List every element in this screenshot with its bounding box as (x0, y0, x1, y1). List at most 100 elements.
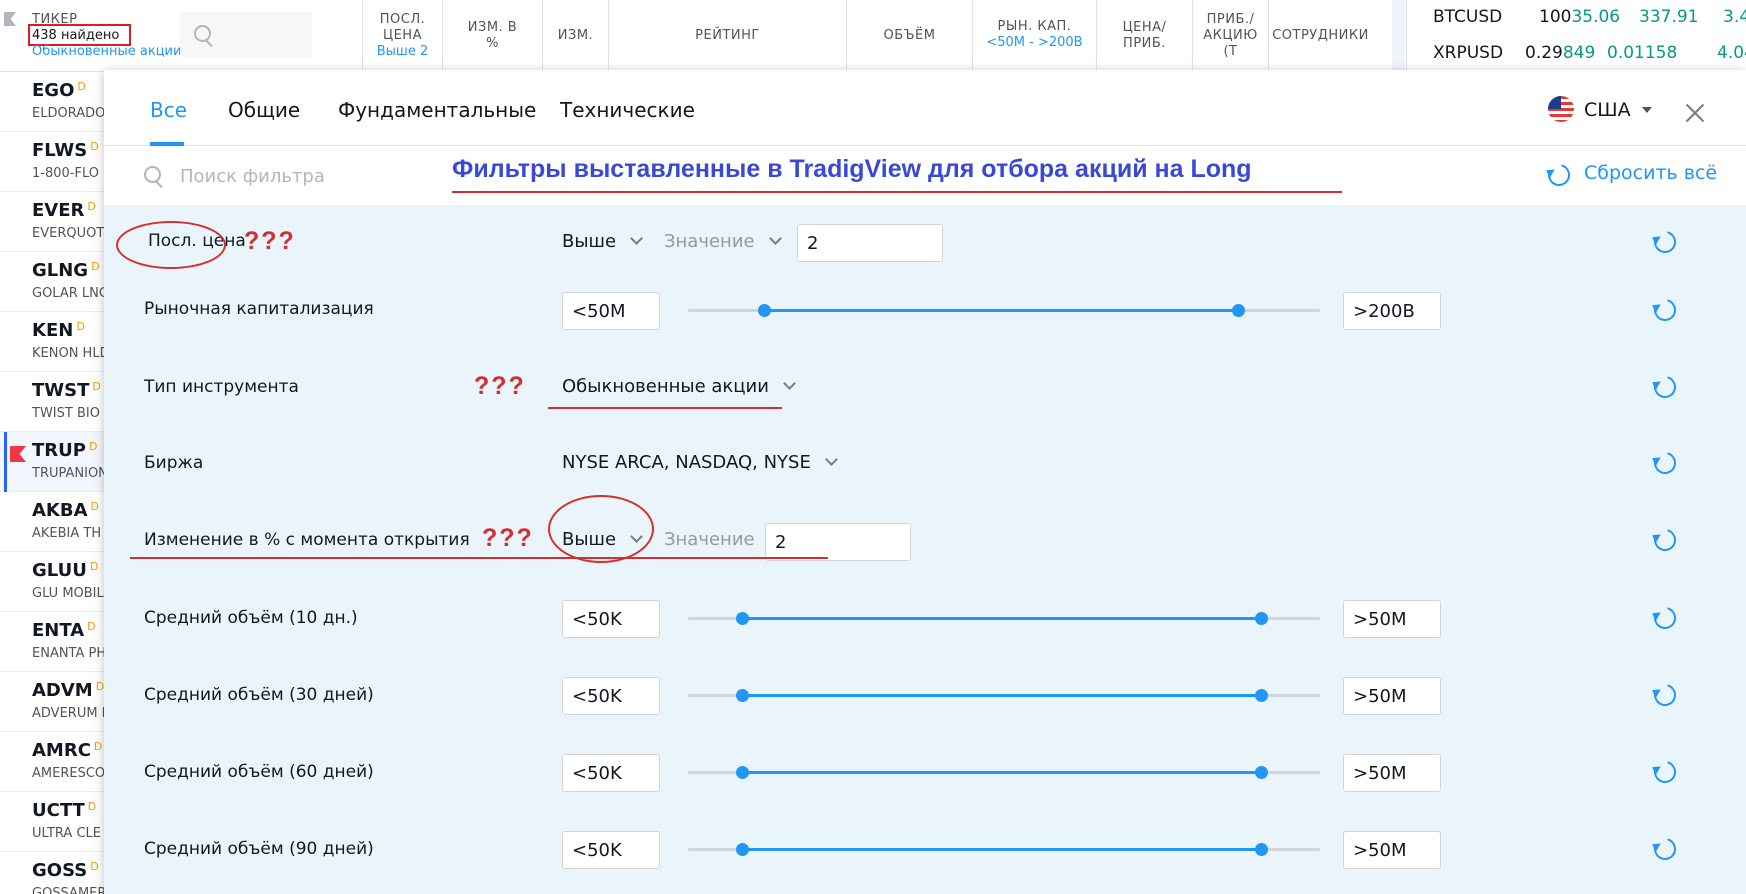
range-slider[interactable] (688, 612, 1320, 625)
country-selector[interactable]: США (1548, 96, 1658, 124)
reset-icon[interactable] (1649, 294, 1681, 326)
ticker-name: EVERQUOTE (32, 226, 110, 241)
badge: D (93, 740, 103, 753)
slider-handle-min[interactable] (736, 766, 750, 779)
ticker-row[interactable]: AKBA D AKEBIA TH (0, 492, 109, 552)
max-input[interactable]: >50M (1343, 600, 1441, 638)
slider-handle-max[interactable] (1254, 766, 1268, 779)
max-input[interactable]: >50M (1343, 677, 1441, 715)
ticker-search-box[interactable] (180, 12, 312, 58)
column-employees[interactable]: СОТРУДНИКИ (1268, 0, 1372, 72)
ticker-name: ADVERUM B (32, 706, 110, 721)
min-input[interactable]: <50K (562, 677, 660, 715)
flag-icon[interactable] (10, 446, 26, 462)
max-input[interactable]: >200B (1343, 292, 1441, 330)
badge: D (90, 500, 100, 513)
reset-icon[interactable] (1649, 226, 1681, 258)
filter-search-input[interactable] (180, 161, 440, 191)
value-input[interactable]: 2 (797, 224, 943, 262)
annotation-underline (452, 191, 1342, 193)
reset-icon[interactable] (1649, 447, 1681, 479)
ticker-symbol: FLWS D (32, 140, 99, 161)
column-eps[interactable]: ПРИБ./АКЦИЮ (Т (1192, 0, 1268, 72)
reset-icon[interactable] (1649, 524, 1681, 556)
tab-general[interactable]: Общие (228, 98, 300, 122)
ticker-row[interactable]: ENTA D ENANTA PH (0, 612, 109, 672)
condition-dropdown[interactable]: Выше (562, 231, 643, 252)
range-slider[interactable] (688, 843, 1320, 856)
ticker-row[interactable]: ADVM D ADVERUM B (0, 672, 110, 732)
price-main: 100 (1539, 7, 1572, 27)
column-volume[interactable]: ОБЪЁМ (846, 0, 972, 72)
tab-fundamental[interactable]: Фундаментальные (338, 98, 536, 122)
watchlist-row[interactable]: BTCUSD 10035.06 337.91 3.48% (1407, 0, 1746, 36)
reset-icon[interactable] (1649, 679, 1681, 711)
reset-icon[interactable] (1649, 756, 1681, 788)
tab-technical[interactable]: Технические (560, 98, 695, 122)
column-change[interactable]: ИЗМ. (542, 0, 608, 72)
reset-icon[interactable] (1649, 371, 1681, 403)
scrollbar[interactable] (1392, 0, 1405, 72)
symbol: BTCUSD (1433, 7, 1503, 27)
min-input[interactable]: <50K (562, 754, 660, 792)
ticker-filter-subtitle[interactable]: Обыкновенные акции (32, 44, 184, 59)
column-label: ОБЪЁМ (883, 28, 936, 43)
min-input[interactable]: <50M (562, 292, 660, 330)
filter-label: Средний объём (30 дней) (144, 685, 374, 705)
badge: D (87, 800, 97, 813)
ticker-row[interactable]: EGO D ELDORADO (0, 72, 109, 132)
column-change-pct[interactable]: ИЗМ. В % (442, 0, 542, 72)
min-input[interactable]: <50K (562, 600, 660, 638)
exchange-dropdown[interactable]: NYSE ARCA, NASDAQ, NYSE (562, 452, 838, 473)
max-input[interactable]: >50M (1343, 754, 1441, 792)
ticker-row[interactable]: FLWS D 1-800-FLO (0, 132, 109, 192)
badge: D (77, 80, 86, 93)
range-slider[interactable] (688, 689, 1320, 702)
ticker-row-selected[interactable]: TRUP D TRUPANION (0, 432, 109, 492)
slider-handle-min[interactable] (736, 612, 750, 625)
slider-fill (742, 848, 1261, 851)
ticker-row[interactable]: EVER D EVERQUOTE (0, 192, 110, 252)
column-market-cap[interactable]: РЫН. КАП. <50M - >200B (972, 0, 1096, 80)
ticker-row[interactable]: KEN D KENON HLD (0, 312, 110, 372)
min-input[interactable]: <50K (562, 831, 660, 869)
max-input[interactable]: >50M (1343, 831, 1441, 869)
slider-handle-max[interactable] (1254, 843, 1268, 856)
ticker-row[interactable]: UCTT D ULTRA CLE (0, 792, 109, 852)
close-icon[interactable] (1684, 102, 1706, 124)
watchlist-row[interactable]: XRPUSD 0.29849 0.01158 4.04% (1407, 36, 1746, 72)
slider-handle-min[interactable] (736, 689, 750, 702)
column-rating[interactable]: РЕЙТИНГ (608, 0, 846, 72)
ticker-row[interactable]: GOSS D GOSSAMER (0, 852, 109, 894)
slider-handle-max[interactable] (1254, 689, 1268, 702)
ticker-row[interactable]: AMRC D AMERESCO (0, 732, 109, 792)
slider-handle-min[interactable] (757, 304, 771, 317)
ticker-row[interactable]: GLNG D GOLAR LNG (0, 252, 109, 312)
tab-all[interactable]: Все (150, 98, 187, 122)
search-icon (142, 164, 166, 188)
slider-handle-max[interactable] (1231, 304, 1245, 317)
value-type-dropdown[interactable]: Значение (664, 231, 782, 252)
ticker-row[interactable]: GLUU D GLU MOBIL (0, 552, 109, 612)
price-tail: 849 (1562, 43, 1596, 63)
badge: D (87, 200, 96, 213)
instrument-type-dropdown[interactable]: Обыкновенные акции (562, 376, 796, 397)
column-last-price[interactable]: ПОСЛ. ЦЕНА Выше 2 (362, 0, 442, 72)
column-label: СОТРУДНИКИ (1272, 28, 1369, 43)
ticker-symbol: TRUP D (32, 440, 98, 461)
ticker-list: EGO D ELDORADO FLWS D 1-800-FLO EVER D EVERQUO… (0, 72, 110, 894)
ticker-symbol: EVER D (32, 200, 96, 221)
ticker-row[interactable]: TWST D TWIST BIO (0, 372, 109, 432)
value-input[interactable]: 2 (765, 523, 911, 561)
range-slider[interactable] (688, 766, 1320, 779)
reset-icon[interactable] (1649, 602, 1681, 634)
filter-search-bar: Фильтры выставленные в TradigView для от… (104, 147, 1746, 205)
ticker-name: KENON HLD (32, 346, 110, 361)
reset-icon[interactable] (1649, 833, 1681, 865)
flag-icon[interactable] (4, 12, 16, 26)
column-pe[interactable]: ЦЕНА/ПРИБ. (1096, 0, 1192, 72)
range-slider[interactable] (688, 304, 1320, 317)
slider-handle-max[interactable] (1254, 612, 1268, 625)
slider-handle-min[interactable] (736, 843, 750, 856)
filter-label: Средний объём (90 дней) (144, 839, 374, 859)
